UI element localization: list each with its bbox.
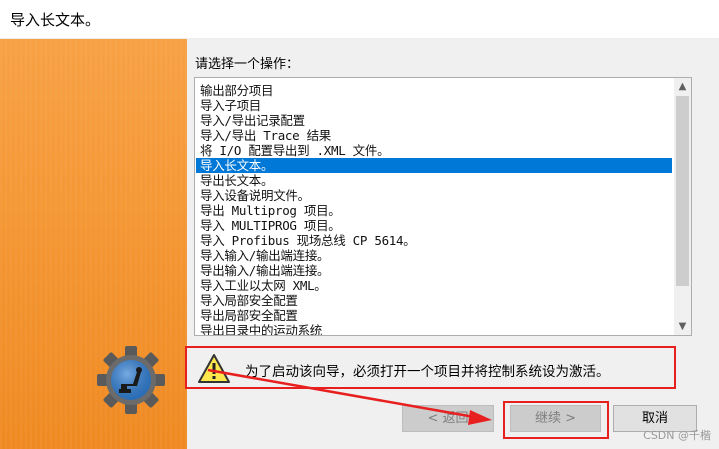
operation-list-item[interactable]: 导出目录中的运动系统	[196, 323, 672, 335]
gear-wizard-icon	[97, 346, 165, 414]
operation-list-item[interactable]: 导出 Multiprog 项目。	[196, 203, 672, 218]
scroll-up-icon[interactable]: ▲	[674, 78, 691, 95]
operation-list-item[interactable]: 导出长文本。	[196, 173, 672, 188]
listbox-scrollbar[interactable]: ▲ ▼	[674, 78, 691, 335]
operation-list-item[interactable]: 导入设备说明文件。	[196, 188, 672, 203]
back-button[interactable]: < 返回	[402, 405, 494, 432]
watermark-text: CSDN @千楷	[643, 429, 711, 442]
operation-list-item[interactable]: 输出部分项目	[196, 83, 672, 98]
title-bar: 导入长文本。	[0, 0, 719, 39]
operation-list-item[interactable]: 导入子项目	[196, 98, 672, 113]
operation-prompt-label: 请选择一个操作：	[195, 57, 300, 72]
operation-list-item[interactable]: 导入/导出 Trace 结果	[196, 128, 672, 143]
operation-list-item[interactable]: 导入工业以太网 XML。	[196, 278, 672, 293]
activation-warning-box: 为了启动该向导，必须打开一个项目并将控制系统设为激活。	[185, 346, 676, 389]
operation-list-item[interactable]: 导入局部安全配置	[196, 293, 672, 308]
window-title: 导入长文本。	[10, 11, 101, 29]
operation-list-item[interactable]: 导入长文本。	[196, 158, 672, 173]
operations-listbox[interactable]: 输出部分项目 导入子项目 导入/导出记录配置 导入/导出 Trace 结果将 I/O …	[194, 77, 692, 336]
operation-list-item[interactable]: 导入 Profibus 现场总线 CP 5614。	[196, 233, 672, 248]
operation-list-item[interactable]: 将 I/O 配置导出到 .XML 文件。	[196, 143, 672, 158]
operation-list-item[interactable]: 导入/导出记录配置	[196, 113, 672, 128]
warning-message: 为了启动该向导，必须打开一个项目并将控制系统设为激活。	[245, 364, 610, 380]
warning-triangle-icon	[198, 354, 230, 383]
operations-list: 输出部分项目 导入子项目 导入/导出记录配置 导入/导出 Trace 结果将 I/O …	[196, 83, 672, 335]
operation-list-item[interactable]: 导出局部安全配置	[196, 308, 672, 323]
operation-list-item[interactable]: 导出输入/输出端连接。	[196, 263, 672, 278]
scrollbar-thumb[interactable]	[676, 96, 689, 286]
operation-list-item[interactable]: 导入 MULTIPROG 项目。	[196, 218, 672, 233]
next-button-highlight	[503, 401, 609, 439]
operation-list-item[interactable]: 导入输入/输出端连接。	[196, 248, 672, 263]
scroll-down-icon[interactable]: ▼	[674, 318, 691, 335]
